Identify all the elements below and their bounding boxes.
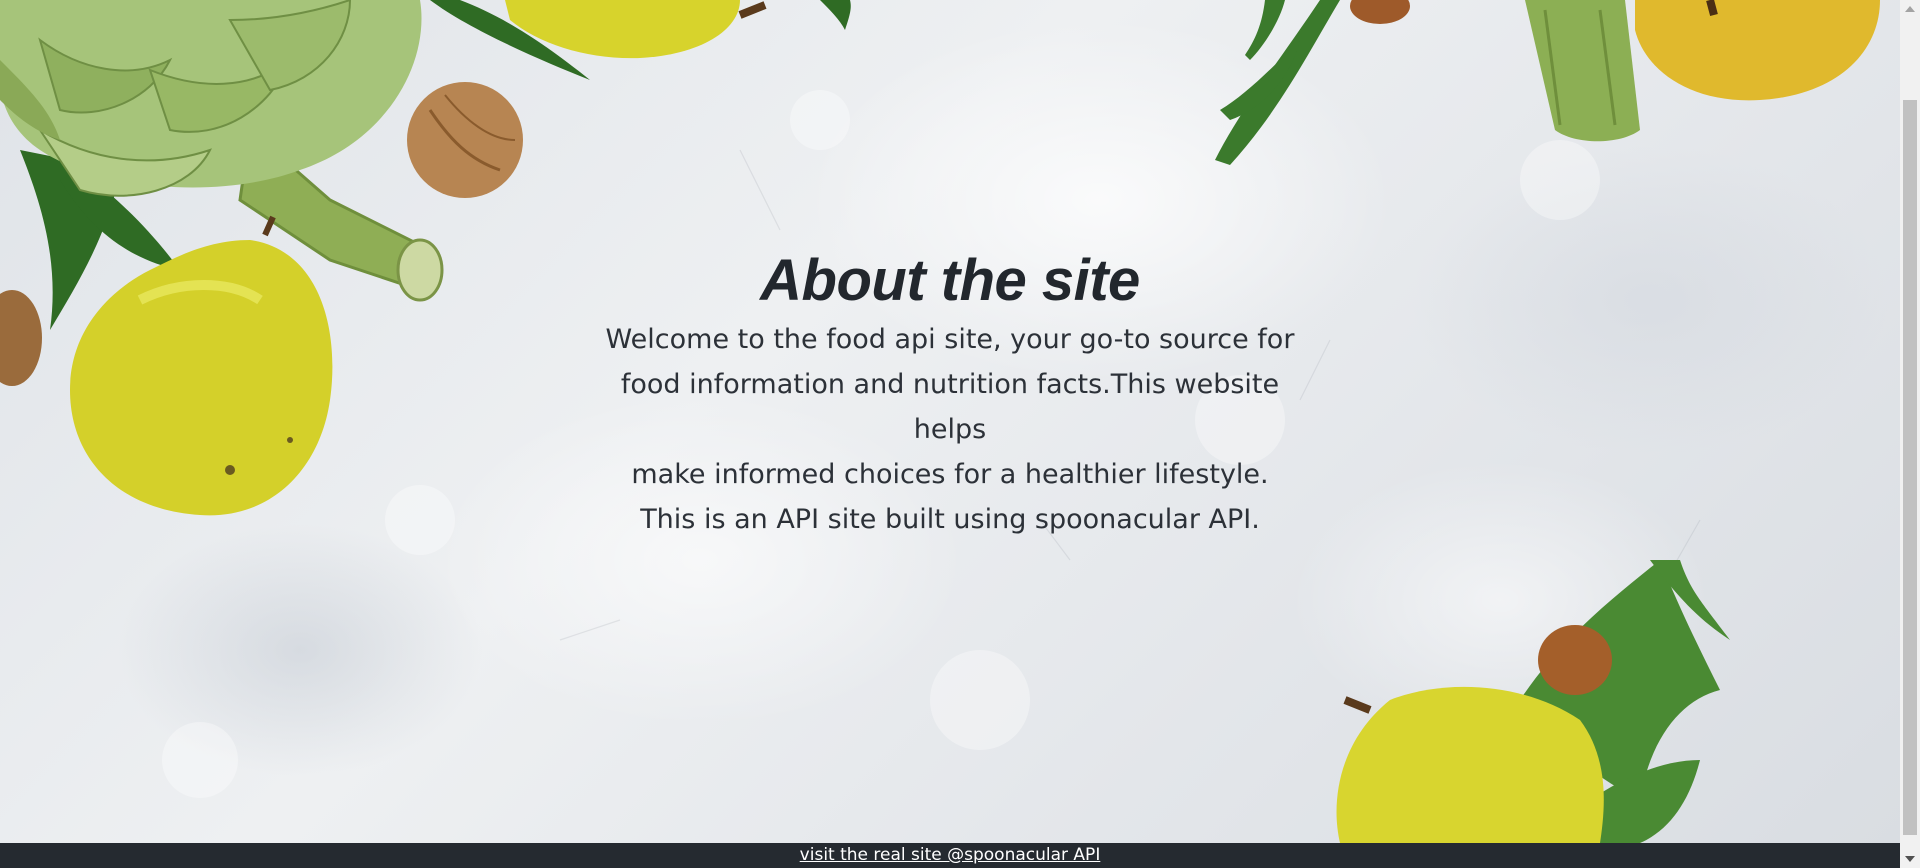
hazelnut-top-right bbox=[1350, 0, 1410, 24]
page: About the site Welcome to the food api s… bbox=[0, 0, 1920, 868]
scroll-down-arrow-icon[interactable] bbox=[1905, 856, 1915, 862]
spoonacular-link[interactable]: visit the real site @spoonacular API bbox=[800, 845, 1101, 865]
about-line: make informed choices for a healthier li… bbox=[631, 459, 1269, 490]
about-line: Welcome to the food api site, your go-to… bbox=[605, 324, 1295, 355]
about-description: Welcome to the food api site, your go-to… bbox=[600, 317, 1300, 542]
scroll-thumb[interactable] bbox=[1903, 100, 1917, 835]
footer: visit the real site @spoonacular API bbox=[0, 843, 1900, 868]
hazelnut-bottom-right bbox=[1538, 625, 1612, 695]
hazelnut-left bbox=[0, 290, 42, 386]
about-line: food information and nutrition facts.Thi… bbox=[620, 369, 1280, 400]
artichoke-stem-right bbox=[1525, 0, 1640, 142]
page-title: About the site bbox=[760, 248, 1140, 313]
about-section: About the site Welcome to the food api s… bbox=[600, 245, 1300, 542]
about-line: This is an API site built using spoonacu… bbox=[640, 504, 1260, 535]
about-line: helps bbox=[913, 414, 987, 445]
pear-top-right bbox=[1635, 0, 1880, 101]
pear-left bbox=[70, 215, 333, 516]
vertical-scrollbar[interactable] bbox=[1900, 0, 1920, 868]
walnut bbox=[407, 82, 523, 198]
carrot-leaves-top-right bbox=[1215, 0, 1340, 165]
scroll-up-arrow-icon[interactable] bbox=[1905, 6, 1915, 12]
